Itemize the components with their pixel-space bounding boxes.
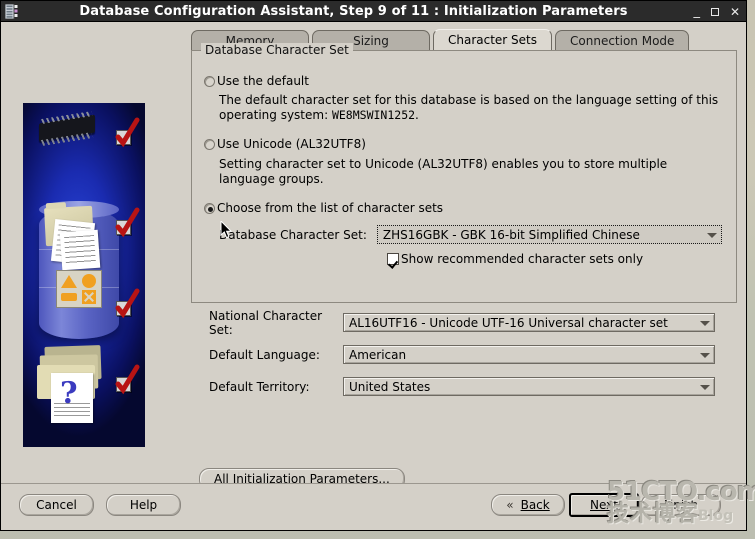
national-charset-label: National Character Set:	[209, 308, 323, 337]
window-controls: _ ✕	[693, 1, 740, 22]
default-language-row: Default Language: American	[191, 345, 737, 364]
chevron-down-icon[interactable]	[700, 384, 710, 390]
window-body: ? Memory Sizing Character Sets Connectio…	[1, 22, 755, 530]
default-territory-label: Default Territory:	[209, 379, 310, 394]
cpu-chip-icon	[39, 114, 95, 142]
minimize-button[interactable]: _	[693, 5, 700, 22]
next-button[interactable]: Next	[569, 493, 639, 517]
default-territory-combobox[interactable]: United States	[343, 377, 715, 396]
tab-connection-mode[interactable]: Connection Mode	[555, 30, 690, 50]
db-charset-value: ZHS16GBK - GBK 16-bit Simplified Chinese	[382, 227, 640, 242]
help-label: Help	[129, 498, 158, 512]
national-charset-combobox[interactable]: AL16UTF16 - Unicode UTF-16 Universal cha…	[343, 313, 715, 332]
finish-label: Finish	[663, 498, 699, 512]
step-complete-checkmark-icon	[115, 288, 140, 319]
radio-choose-from-list[interactable]	[204, 203, 215, 214]
dbca-window: Database Configuration Assistant, Step 9…	[0, 0, 755, 531]
cancel-button[interactable]: Cancel	[19, 494, 94, 516]
document-icon	[59, 229, 101, 271]
radio-use-unicode-label: Use Unicode (AL32UTF8)	[217, 137, 366, 151]
help-suffix: .	[415, 108, 419, 122]
radio-use-default-label: Use the default	[217, 74, 309, 88]
chevron-left-icon: «	[506, 498, 514, 512]
radio-use-unicode[interactable]	[204, 139, 215, 150]
wizard-illustration: ?	[23, 103, 145, 447]
main-content: Memory Sizing Character Sets Connection …	[191, 29, 737, 409]
default-language-value: American	[349, 347, 407, 362]
back-button[interactable]: « Back	[491, 494, 565, 516]
radio-use-default-row[interactable]: Use the default	[192, 73, 736, 89]
tab-label: Sizing	[353, 33, 389, 48]
tab-label: Character Sets	[448, 33, 538, 47]
close-button[interactable]: ✕	[730, 6, 740, 18]
chevron-down-icon[interactable]	[706, 232, 717, 238]
national-charset-value: AL16UTF16 - Unicode UTF-16 Universal cha…	[349, 315, 668, 330]
show-recommended-row[interactable]: Show recommended character sets only	[192, 252, 736, 266]
database-window-icon	[2, 1, 21, 21]
show-recommended-checkbox[interactable]	[387, 253, 399, 265]
mouse-cursor	[220, 219, 233, 243]
default-charset-value: WE8MSWIN1252	[331, 108, 416, 122]
wizard-footer: Cancel Help « Back Next Finish	[1, 483, 746, 530]
finish-button[interactable]: Finish	[641, 494, 721, 516]
db-charset-label: Database Character Set:	[219, 227, 367, 242]
default-language-combobox[interactable]: American	[343, 345, 715, 364]
lower-fields: National Character Set: AL16UTF16 - Unic…	[191, 309, 737, 396]
radio-choose-from-list-row[interactable]: Choose from the list of character sets	[192, 200, 736, 216]
maximize-button[interactable]	[710, 7, 719, 16]
next-label: Next	[590, 498, 618, 512]
help-prefix: The default character set for this datab…	[219, 93, 719, 122]
step-complete-checkmark-icon	[115, 117, 140, 148]
default-territory-value: United States	[349, 379, 431, 394]
tab-character-sets[interactable]: Character Sets	[433, 29, 553, 50]
shapes-palette-icon	[56, 270, 102, 308]
step-complete-checkmark-icon	[115, 364, 140, 395]
chevron-down-icon[interactable]	[700, 352, 710, 358]
sidebar-illustration-panel: ?	[14, 29, 145, 447]
show-recommended-label: Show recommended character sets only	[401, 252, 644, 266]
group-legend: Database Character Set	[201, 43, 353, 57]
use-default-help-text: The default character set for this datab…	[192, 93, 736, 123]
default-language-label: Default Language:	[209, 347, 320, 362]
db-charset-combobox[interactable]: ZHS16GBK - GBK 16-bit Simplified Chinese	[376, 225, 722, 244]
chevron-down-icon[interactable]	[700, 320, 710, 326]
help-button[interactable]: Help	[106, 494, 181, 516]
use-unicode-help-text: Setting character set to Unicode (AL32UT…	[219, 157, 668, 186]
step-complete-checkmark-icon	[115, 207, 140, 238]
radio-use-unicode-row[interactable]: Use Unicode (AL32UTF8)	[192, 136, 736, 152]
window-titlebar: Database Configuration Assistant, Step 9…	[1, 1, 746, 22]
radio-choose-from-list-label: Choose from the list of character sets	[217, 201, 444, 215]
db-charset-row: Database Character Set: ZHS16GBK - GBK 1…	[192, 225, 736, 244]
tab-label: Connection Mode	[570, 33, 675, 48]
national-charset-row: National Character Set: AL16UTF16 - Unic…	[191, 309, 737, 337]
database-character-set-group: Database Character Set Use the default T…	[191, 43, 737, 303]
default-territory-row: Default Territory: United States	[191, 377, 737, 396]
question-document-icon: ?	[51, 373, 93, 423]
radio-use-default[interactable]	[204, 76, 215, 87]
window-title: Database Configuration Assistant, Step 9…	[79, 3, 628, 19]
back-label: Back	[520, 498, 550, 512]
cancel-label: Cancel	[36, 498, 77, 512]
